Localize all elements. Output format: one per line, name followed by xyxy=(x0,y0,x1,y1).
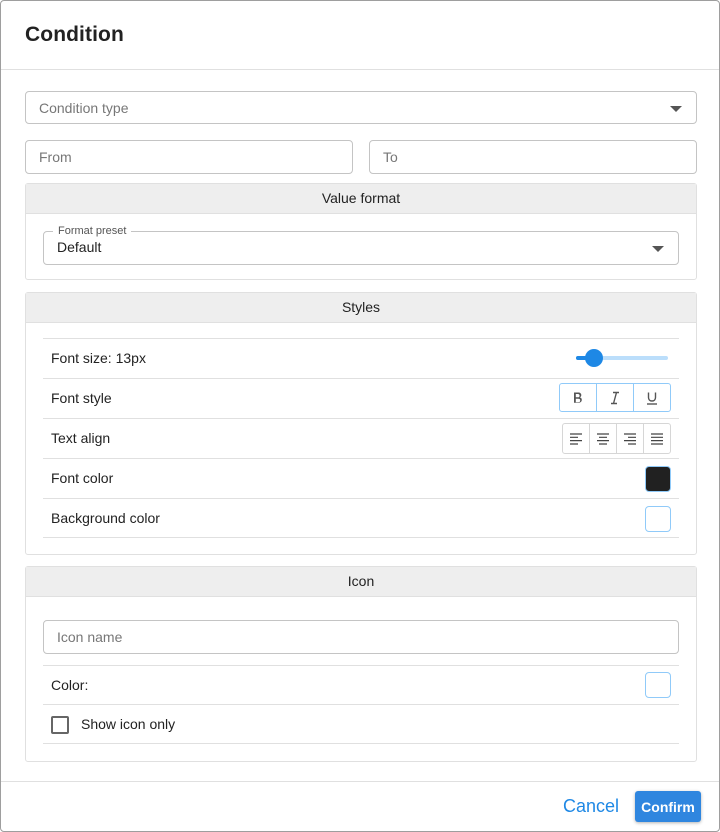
italic-button[interactable] xyxy=(596,383,634,412)
show-icon-only-checkbox[interactable] xyxy=(51,716,69,734)
show-icon-only-label: Show icon only xyxy=(81,716,176,732)
to-placeholder: To xyxy=(383,149,398,165)
font-style-row: Font style xyxy=(43,378,679,418)
underline-button[interactable] xyxy=(633,383,671,412)
font-size-slider-thumb[interactable] xyxy=(585,349,604,367)
underline-icon xyxy=(647,392,657,405)
dialog-body: Condition type From To Value format Form… xyxy=(1,71,719,781)
align-left-icon xyxy=(570,432,582,445)
background-color-label: Background color xyxy=(51,510,160,526)
align-right-icon xyxy=(624,432,636,445)
to-input[interactable]: To xyxy=(369,140,697,174)
icon-section: Icon Icon name Color: Show icon only xyxy=(25,566,697,762)
font-color-label: Font color xyxy=(51,470,114,486)
bold-button[interactable] xyxy=(559,383,597,412)
icon-name-placeholder: Icon name xyxy=(57,629,123,645)
text-align-row: Text align xyxy=(43,418,679,458)
align-left-button[interactable] xyxy=(562,423,590,454)
from-placeholder: From xyxy=(39,149,72,165)
dialog-header: Condition xyxy=(1,1,719,70)
font-size-label: Font size: 13px xyxy=(51,350,146,366)
icon-color-swatch[interactable] xyxy=(645,672,671,698)
cancel-button[interactable]: Cancel xyxy=(563,796,619,817)
align-justify-button[interactable] xyxy=(643,423,671,454)
format-preset-select[interactable]: Format preset Default xyxy=(43,225,679,265)
text-align-label: Text align xyxy=(51,430,111,446)
align-right-button[interactable] xyxy=(616,423,644,454)
align-justify-icon xyxy=(651,432,663,445)
icon-header: Icon xyxy=(26,567,696,597)
condition-type-select[interactable]: Condition type xyxy=(25,91,697,124)
font-style-buttons xyxy=(559,383,671,412)
condition-type-placeholder: Condition type xyxy=(39,100,129,116)
dialog-title: Condition xyxy=(25,23,124,46)
chevron-down-icon xyxy=(670,106,682,112)
value-format-header: Value format xyxy=(26,184,696,214)
align-center-button[interactable] xyxy=(589,423,617,454)
confirm-button[interactable]: Confirm xyxy=(635,791,701,822)
format-preset-label: Format preset xyxy=(53,225,132,237)
condition-dialog: Condition Condition type From To Value f… xyxy=(0,0,720,832)
font-size-row: Font size: 13px xyxy=(43,338,679,378)
format-preset-value: Default xyxy=(57,239,102,255)
font-size-slider-track[interactable] xyxy=(576,349,668,367)
icon-color-label: Color: xyxy=(51,677,89,693)
font-color-row: Font color xyxy=(43,458,679,498)
styles-section: Styles Font size: 13px Font style Text a… xyxy=(25,292,697,555)
font-color-swatch[interactable] xyxy=(645,466,671,492)
value-format-section: Value format Format preset Default xyxy=(25,183,697,280)
background-color-row: Background color xyxy=(43,498,679,538)
font-style-label: Font style xyxy=(51,390,112,406)
bold-icon xyxy=(574,392,582,403)
align-center-icon xyxy=(597,432,609,445)
icon-color-row: Color: xyxy=(43,665,679,705)
from-input[interactable]: From xyxy=(25,140,353,174)
background-color-swatch[interactable] xyxy=(645,506,671,532)
chevron-down-icon xyxy=(652,246,664,252)
styles-header: Styles xyxy=(26,293,696,323)
show-icon-only-row: Show icon only xyxy=(43,704,679,744)
italic-icon xyxy=(611,391,619,404)
text-align-buttons xyxy=(562,423,671,454)
dialog-footer: Cancel Confirm xyxy=(1,781,719,831)
icon-name-input[interactable]: Icon name xyxy=(43,620,679,654)
